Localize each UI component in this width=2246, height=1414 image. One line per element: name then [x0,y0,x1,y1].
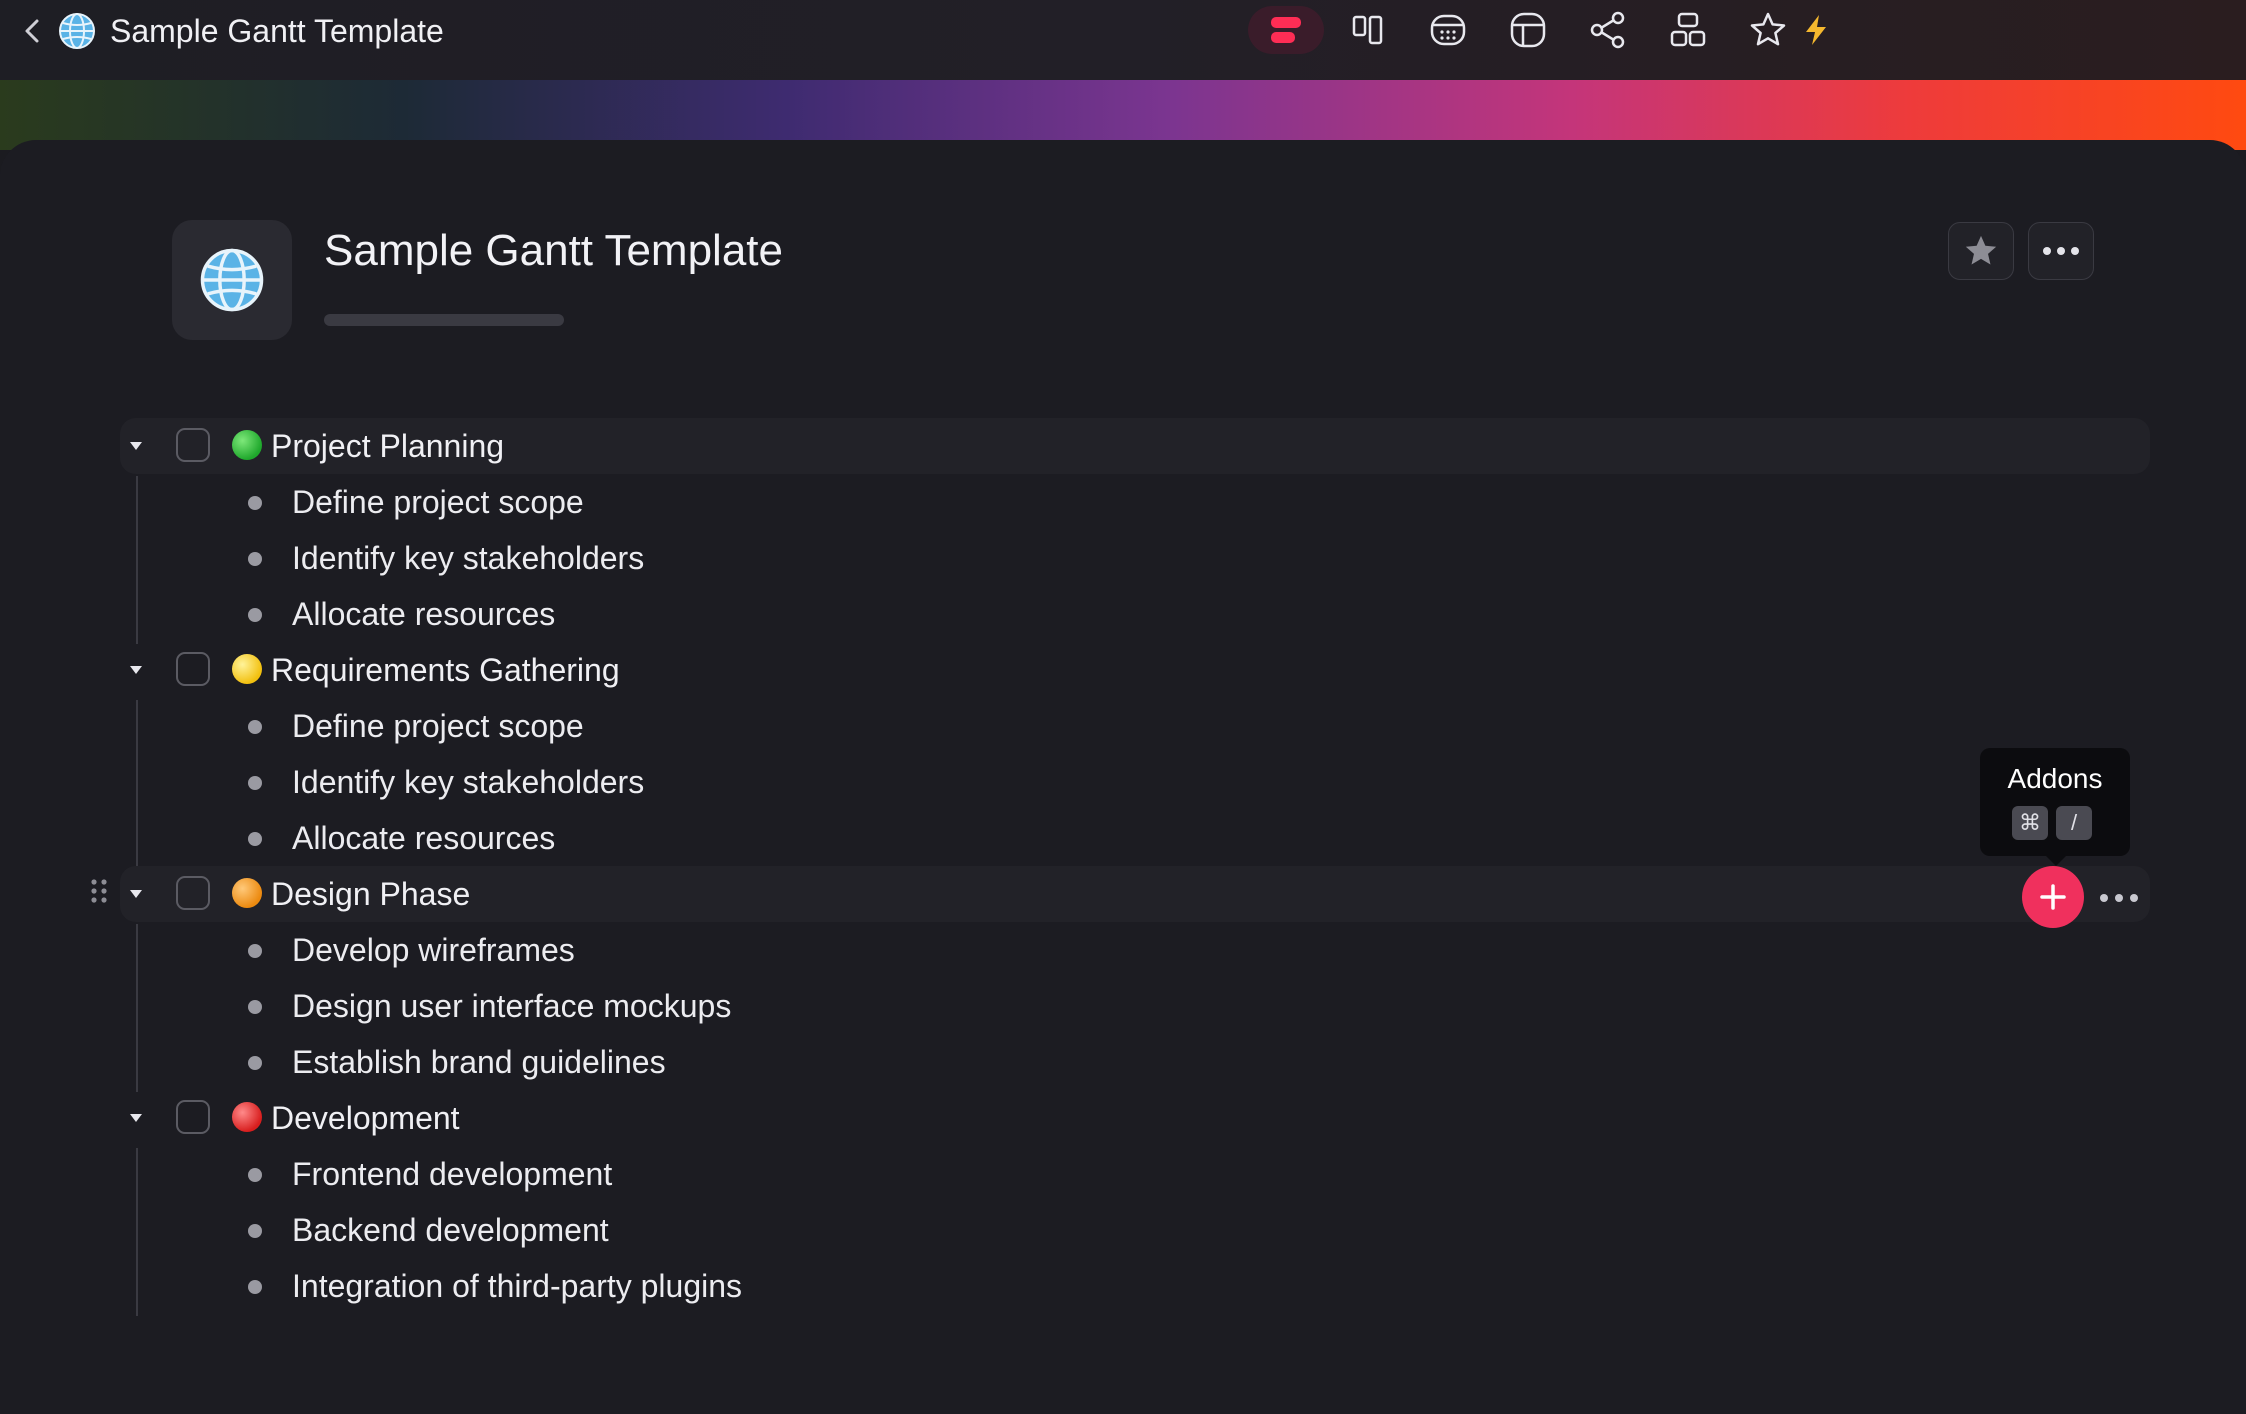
shortcut-key-command: ⌘ [2012,806,2048,840]
red-circle-icon [232,1102,262,1132]
list-item[interactable]: Develop wireframes [0,922,2246,978]
chevron-left-icon [25,19,39,43]
globe-icon [58,12,96,50]
row-more-button[interactable] [2094,878,2144,918]
list-item[interactable]: Identify key stakeholders [0,530,2246,586]
task-label[interactable]: Development [271,1098,460,1138]
item-label[interactable]: Integration of third-party plugins [292,1266,742,1306]
list-item[interactable]: Identify key stakeholders [0,754,2246,810]
list-item[interactable]: Allocate resources [0,810,2246,866]
bullet-icon[interactable] [248,608,262,622]
list-item[interactable]: Backend development [0,1202,2246,1258]
bullet-icon[interactable] [248,832,262,846]
caret-down-icon[interactable] [126,660,146,680]
templates-button[interactable] [1662,6,1714,54]
addons-button[interactable] [2022,866,2084,928]
subtitle-placeholder[interactable] [324,314,564,326]
table-view-button[interactable] [1502,6,1554,54]
quick-actions-button[interactable] [1790,6,1842,54]
globe-icon [200,248,264,312]
addons-tooltip: Addons ⌘ / [1980,748,2130,856]
calendar-view-button[interactable] [1422,6,1474,54]
task-checkbox[interactable] [176,652,210,686]
item-label[interactable]: Define project scope [292,482,584,522]
list-item-parent[interactable]: Design Phase [0,866,2246,922]
shortcut-key-slash: / [2056,806,2092,840]
bullet-icon[interactable] [248,944,262,958]
list-item[interactable]: Design user interface mockups [0,978,2246,1034]
calendar-view-icon [1430,14,1466,46]
favorite-button[interactable] [1948,222,2014,280]
lightning-icon [1806,15,1826,45]
favorite-star-icon [1965,235,1997,265]
caret-down-icon[interactable] [126,884,146,904]
more-icon [2100,894,2138,902]
share-icon [1590,11,1625,49]
templates-icon [1670,12,1706,47]
green-circle-icon [232,430,262,460]
window-title: Sample Gantt Template [110,13,444,49]
tooltip-label: Addons [2007,763,2103,794]
orange-circle-icon [232,878,262,908]
bullet-icon[interactable] [248,1056,262,1070]
bullet-icon[interactable] [248,1224,262,1238]
task-checkbox[interactable] [176,428,210,462]
bullet-icon[interactable] [248,552,262,566]
list-item[interactable]: Establish brand guidelines [0,1034,2246,1090]
yellow-circle-icon [232,654,262,684]
bullet-icon[interactable] [248,720,262,734]
bullet-icon[interactable] [248,496,262,510]
bullet-icon[interactable] [248,1000,262,1014]
tooltip-tail [2044,854,2068,866]
page-title[interactable]: Sample Gantt Template [324,220,783,282]
list-item[interactable]: Allocate resources [0,586,2246,642]
board-view-button[interactable] [1342,6,1394,54]
task-label[interactable]: Project Planning [271,426,504,466]
list-item[interactable]: Integration of third-party plugins [0,1258,2246,1314]
outline-view-button[interactable] [1248,6,1324,54]
item-label[interactable]: Frontend development [292,1154,612,1194]
board-view-icon [1352,15,1383,45]
list-item-parent[interactable]: Requirements Gathering [0,642,2246,698]
more-options-button[interactable] [2028,222,2094,280]
outline-view-icon [1271,17,1301,43]
item-label[interactable]: Identify key stakeholders [292,762,644,802]
item-label[interactable]: Allocate resources [292,818,555,858]
item-label[interactable]: Backend development [292,1210,609,1250]
bullet-icon[interactable] [248,1280,262,1294]
item-label[interactable]: Develop wireframes [292,930,575,970]
bullet-icon[interactable] [248,776,262,790]
favorites-button[interactable] [1742,6,1794,54]
star-icon [1750,12,1786,46]
item-label[interactable]: Establish brand guidelines [292,1042,666,1082]
list-item[interactable]: Define project scope [0,698,2246,754]
list-item[interactable]: Frontend development [0,1146,2246,1202]
item-label[interactable]: Allocate resources [292,594,555,634]
top-bar: Sample Gantt Template [0,0,2246,81]
back-button[interactable] [18,16,48,46]
list-item-parent[interactable]: Project Planning [0,418,2246,474]
task-checkbox[interactable] [176,876,210,910]
table-view-icon [1510,12,1546,48]
task-label[interactable]: Requirements Gathering [271,650,620,690]
task-label[interactable]: Design Phase [271,874,470,914]
list-item[interactable]: Define project scope [0,474,2246,530]
item-label[interactable]: Design user interface mockups [292,986,731,1026]
more-icon [2043,247,2079,255]
share-button[interactable] [1582,6,1634,54]
item-label[interactable]: Define project scope [292,706,584,746]
page-icon[interactable] [172,220,292,340]
caret-down-icon[interactable] [126,436,146,456]
item-label[interactable]: Identify key stakeholders [292,538,644,578]
list-item-parent[interactable]: Development [0,1090,2246,1146]
plus-icon [2040,884,2066,910]
caret-down-icon[interactable] [126,1108,146,1128]
bullet-icon[interactable] [248,1168,262,1182]
task-checkbox[interactable] [176,1100,210,1134]
